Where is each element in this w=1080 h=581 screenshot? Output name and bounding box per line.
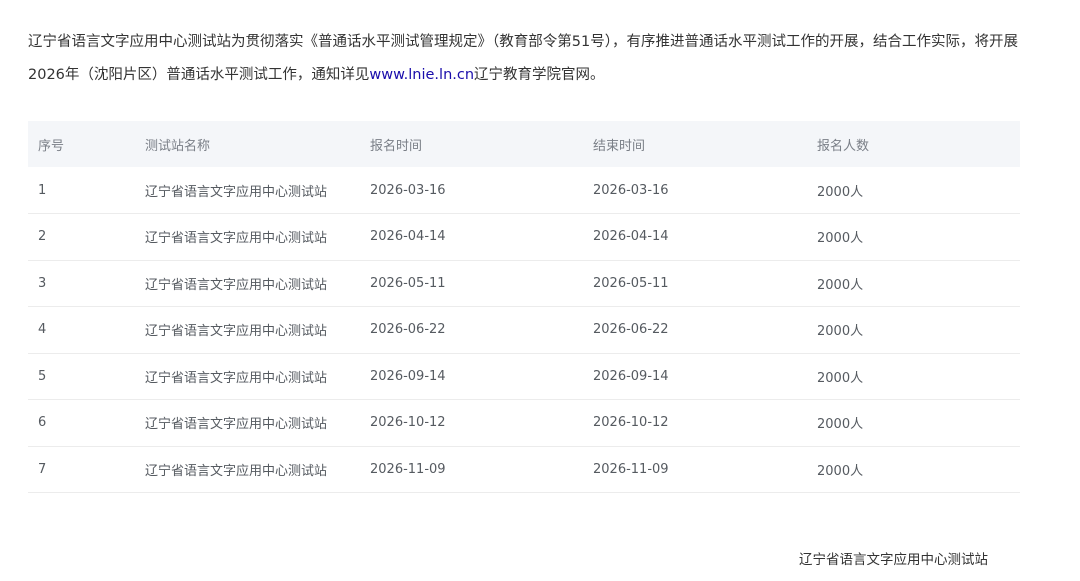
header-end-time: 结束时间	[593, 138, 646, 154]
cell-end-time: 2026-10-12	[593, 415, 669, 431]
cell-station: 辽宁省语言文字应用中心测试站	[145, 277, 328, 293]
cell-end-time: 2026-06-22	[593, 322, 669, 338]
header-count: 报名人数	[817, 138, 870, 154]
cell-start-time: 2026-06-22	[370, 322, 446, 338]
table-row: 6 辽宁省语言文字应用中心测试站 2026-10-12 2026-10-12 2…	[28, 400, 1020, 446]
cell-count: 2000人	[817, 463, 864, 479]
cell-no: 3	[38, 275, 47, 291]
cell-start-time: 2026-04-14	[370, 229, 446, 245]
header-no: 序号	[38, 138, 65, 154]
table-header-row: 序号 测试站名称 报名时间 结束时间 报名人数	[28, 121, 1020, 167]
cell-station: 辽宁省语言文字应用中心测试站	[145, 231, 328, 247]
lnie-website-link[interactable]: www.lnie.ln.cn	[369, 67, 474, 83]
table-row: 2 辽宁省语言文字应用中心测试站 2026-04-14 2026-04-14 2…	[28, 214, 1020, 260]
table-row: 7 辽宁省语言文字应用中心测试站 2026-11-09 2026-11-09 2…	[28, 446, 1020, 493]
intro-text-end: 辽宁教育学院官网。	[474, 67, 605, 83]
cell-no: 7	[38, 461, 47, 477]
table-header: 序号 测试站名称 报名时间 结束时间 报名人数	[28, 121, 1020, 167]
table-row: 1 辽宁省语言文字应用中心测试站 2026-03-16 2026-03-16 2…	[28, 167, 1020, 214]
cell-count: 2000人	[817, 277, 864, 293]
table-row: 4 辽宁省语言文字应用中心测试站 2026-06-22 2026-06-22 2…	[28, 307, 1020, 353]
cell-no: 4	[38, 322, 47, 338]
cell-no: 6	[38, 415, 47, 431]
cell-no: 2	[38, 229, 47, 245]
cell-station: 辽宁省语言文字应用中心测试站	[145, 463, 328, 479]
cell-end-time: 2026-03-16	[593, 182, 669, 198]
cell-start-time: 2026-09-14	[370, 368, 446, 384]
header-station: 测试站名称	[145, 138, 211, 154]
cell-no: 1	[38, 182, 47, 198]
cell-count: 2000人	[817, 417, 864, 433]
cell-no: 5	[38, 368, 47, 384]
test-schedule-table: 序号 测试站名称 报名时间 结束时间 报名人数 1 辽宁省语言文字应用中心测试站…	[28, 121, 1020, 493]
cell-count: 2000人	[817, 324, 864, 340]
cell-start-time: 2026-11-09	[370, 461, 446, 477]
cell-end-time: 2026-09-14	[593, 368, 669, 384]
cell-end-time: 2026-04-14	[593, 229, 669, 245]
issuer-signature: 辽宁省语言文字应用中心测试站	[799, 552, 988, 568]
cell-start-time: 2026-03-16	[370, 182, 446, 198]
cell-end-time: 2026-11-09	[593, 461, 669, 477]
cell-station: 辽宁省语言文字应用中心测试站	[145, 370, 328, 386]
table-body: 1 辽宁省语言文字应用中心测试站 2026-03-16 2026-03-16 2…	[28, 167, 1020, 493]
cell-station: 辽宁省语言文字应用中心测试站	[145, 184, 328, 200]
cell-station: 辽宁省语言文字应用中心测试站	[145, 417, 328, 433]
cell-count: 2000人	[817, 370, 864, 386]
intro-paragraph: 辽宁省语言文字应用中心测试站为贯彻落实《普通话水平测试管理规定》（教育部令第51…	[28, 26, 1028, 92]
table-row: 5 辽宁省语言文字应用中心测试站 2026-09-14 2026-09-14 2…	[28, 353, 1020, 400]
cell-count: 2000人	[817, 184, 864, 200]
cell-count: 2000人	[817, 231, 864, 247]
cell-start-time: 2026-10-12	[370, 415, 446, 431]
cell-end-time: 2026-05-11	[593, 275, 669, 291]
table-row: 3 辽宁省语言文字应用中心测试站 2026-05-11 2026-05-11 2…	[28, 260, 1020, 307]
cell-station: 辽宁省语言文字应用中心测试站	[145, 324, 328, 340]
header-start-time: 报名时间	[370, 138, 423, 154]
cell-start-time: 2026-05-11	[370, 275, 446, 291]
